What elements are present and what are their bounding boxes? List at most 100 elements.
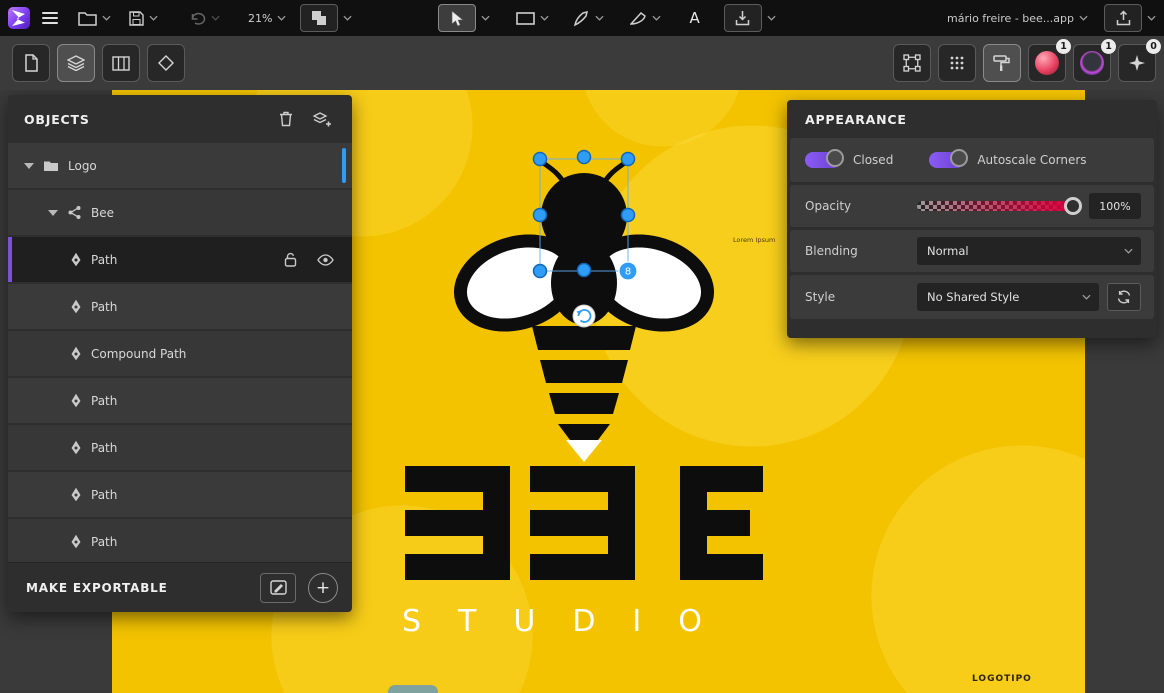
- fill-count-badge: 1: [1056, 39, 1071, 54]
- chevron-down-icon[interactable]: [481, 15, 490, 21]
- export-slice-icon: [270, 580, 287, 595]
- blending-value: Normal: [927, 244, 969, 258]
- chevron-down-icon[interactable]: [343, 15, 352, 21]
- make-exportable-label: MAKE EXPORTABLE: [26, 581, 168, 595]
- save-icon: [129, 11, 144, 26]
- chevron-down-icon[interactable]: [1079, 15, 1088, 21]
- add-export-button[interactable]: +: [308, 573, 338, 603]
- layer-row-path[interactable]: Path: [8, 378, 352, 423]
- layers-panel-button[interactable]: [57, 44, 95, 82]
- layer-row-compound-path[interactable]: Compound Path: [8, 331, 352, 376]
- layer-row-path-selected[interactable]: Path: [8, 237, 352, 282]
- opacity-value[interactable]: 100%: [1089, 193, 1141, 219]
- save-button[interactable]: [129, 11, 158, 26]
- chevron-down-icon[interactable]: [102, 15, 111, 21]
- transform-panel-button[interactable]: [893, 44, 931, 82]
- closed-toggle-label: Closed: [853, 153, 893, 167]
- menu-icon[interactable]: [42, 12, 58, 24]
- expand-arrow-icon[interactable]: [24, 163, 34, 169]
- logotipo-text: LOGOTIPO: [972, 674, 1032, 684]
- objects-panel: OBJECTS Logo Bee Path: [8, 95, 352, 612]
- sync-icon: [1116, 290, 1132, 304]
- studio-wordmark: STUDIO: [402, 604, 739, 639]
- opacity-slider-handle[interactable]: [1064, 197, 1082, 215]
- add-layer-button[interactable]: [304, 104, 340, 134]
- effects-sparkle-icon: [1128, 54, 1146, 72]
- undo-button[interactable]: [188, 12, 220, 25]
- eye-icon[interactable]: [317, 254, 334, 266]
- artboards-panel-button[interactable]: [102, 44, 140, 82]
- effects-button[interactable]: 0: [1118, 44, 1156, 82]
- cursor-icon: [451, 10, 464, 27]
- rectangle-tool[interactable]: [516, 12, 549, 25]
- shared-style-select[interactable]: No Shared Style: [917, 283, 1099, 311]
- expand-arrow-icon[interactable]: [48, 210, 58, 216]
- pen-tool[interactable]: [573, 10, 604, 27]
- document-title-menu[interactable]: mário freire - bee...app: [947, 12, 1088, 25]
- import-button[interactable]: [724, 4, 776, 32]
- path-icon: [70, 252, 82, 267]
- closed-toggle[interactable]: [805, 152, 841, 168]
- app-window: 8 STUDIO Lorem Ipsum LOGOTIPO 21%: [0, 0, 1164, 693]
- layer-label: Path: [91, 300, 117, 314]
- chevron-down-icon[interactable]: [211, 15, 220, 21]
- autoscale-corners-toggle[interactable]: [929, 152, 965, 168]
- unlock-icon[interactable]: [284, 252, 297, 267]
- boolean-union-tool[interactable]: [300, 4, 352, 32]
- transform-icon: [903, 54, 921, 72]
- appearance-panel-button[interactable]: [983, 44, 1021, 82]
- chevron-down-icon: [1082, 294, 1091, 300]
- app-logo[interactable]: [8, 7, 30, 29]
- layers-icon: [67, 55, 85, 71]
- layer-row-path[interactable]: Path: [8, 519, 352, 562]
- path-icon: [70, 440, 82, 455]
- text-tool[interactable]: A: [689, 9, 699, 27]
- effects-count-badge: 0: [1146, 39, 1161, 54]
- grid-panel-button[interactable]: [938, 44, 976, 82]
- chevron-down-icon[interactable]: [540, 15, 549, 21]
- knife-tool[interactable]: [630, 11, 661, 26]
- paint-roller-icon: [993, 54, 1011, 72]
- layer-label: Path: [91, 253, 117, 267]
- layer-label: Logo: [68, 159, 97, 173]
- zoom-level-control[interactable]: 21%: [248, 12, 286, 25]
- undo-icon: [188, 12, 206, 25]
- top-menu-bar: 21% A már: [0, 0, 1164, 36]
- chevron-down-icon[interactable]: [277, 15, 286, 21]
- pages-panel-button[interactable]: [12, 44, 50, 82]
- make-exportable-button[interactable]: [260, 573, 296, 603]
- path-options-row: Closed Autoscale Corners: [790, 138, 1154, 182]
- plus-icon: +: [316, 578, 330, 598]
- grid-dots-icon: [949, 55, 965, 71]
- opacity-label: Opacity: [805, 199, 917, 213]
- chevron-down-icon[interactable]: [767, 15, 776, 21]
- layer-row-path[interactable]: Path: [8, 472, 352, 517]
- chevron-down-icon[interactable]: [652, 15, 661, 21]
- export-button[interactable]: [1104, 4, 1156, 32]
- stroke-color-button[interactable]: 1: [1073, 44, 1111, 82]
- blending-select[interactable]: Normal: [917, 237, 1141, 265]
- chevron-down-icon[interactable]: [595, 15, 604, 21]
- layer-row-path[interactable]: Path: [8, 284, 352, 329]
- path-icon: [70, 534, 82, 549]
- select-tool[interactable]: [438, 4, 490, 32]
- chevron-down-icon: [1124, 248, 1133, 254]
- symbols-icon: [158, 55, 174, 71]
- bottom-pill[interactable]: [388, 685, 438, 693]
- layer-tree: Logo Bee Path Path: [8, 143, 352, 562]
- style-label: Style: [805, 290, 917, 304]
- opacity-slider[interactable]: [917, 201, 1073, 211]
- chevron-down-icon[interactable]: [1147, 15, 1156, 21]
- symbols-panel-button[interactable]: [147, 44, 185, 82]
- delete-layer-button[interactable]: [268, 104, 304, 134]
- layer-row-logo[interactable]: Logo: [8, 143, 352, 188]
- layer-label: Compound Path: [91, 347, 186, 361]
- sync-style-button[interactable]: [1107, 283, 1141, 311]
- fill-color-button[interactable]: 1: [1028, 44, 1066, 82]
- layer-row-bee[interactable]: Bee: [8, 190, 352, 235]
- chevron-down-icon[interactable]: [149, 15, 158, 21]
- layer-row-path[interactable]: Path: [8, 425, 352, 470]
- open-file-button[interactable]: [78, 11, 111, 26]
- shared-style-value: No Shared Style: [927, 290, 1019, 304]
- layer-label: Path: [91, 535, 117, 549]
